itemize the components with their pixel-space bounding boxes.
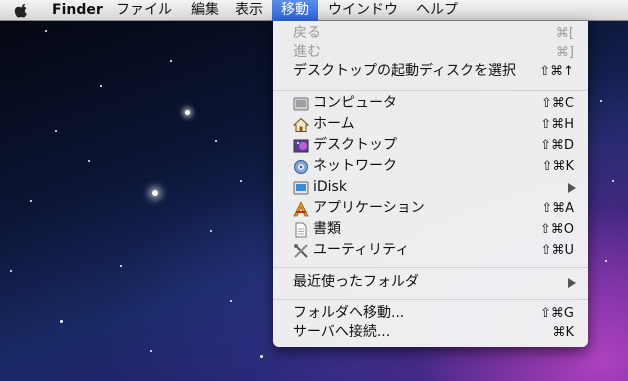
shortcut: ⌘[ [555,26,574,41]
applications-icon [293,201,309,217]
menu-item-label: デスクトップ [313,137,397,153]
network-icon [294,160,308,174]
menu-finder[interactable]: Finder [43,0,112,21]
menu-item-idisk[interactable]: iDisk [273,177,588,198]
shortcut: ⌘] [555,45,574,60]
star [10,270,12,272]
menu-item-computer[interactable]: コンピュータ ⇧⌘C [273,93,588,114]
go-menu-dropdown: 戻る ⌘[ 進む ⌘] デスクトップの起動ディスクを選択 ⇧⌘↑ コンピュータ … [273,21,588,347]
menu-item-label: iDisk [313,179,347,195]
menu-view[interactable]: 表示 [226,0,272,21]
star [215,140,217,142]
shortcut: ⇧⌘↑ [539,64,574,79]
star [230,300,232,302]
shortcut: ⇧⌘D [540,138,574,153]
shortcut: ⇧⌘O [539,222,574,237]
menu-go[interactable]: 移動 [272,0,318,21]
menu-item-label: 進む [293,44,321,60]
shortcut: ⇧⌘C [541,96,574,111]
shortcut: ⇧⌘H [540,117,574,132]
menu-item-back[interactable]: 戻る ⌘[ [273,23,588,44]
utilities-icon [294,244,308,258]
shortcut: ⇧⌘G [540,306,574,321]
submenu-arrow-icon [568,183,576,193]
menu-help[interactable]: ヘルプ [407,0,467,21]
menu-item-startup-disk[interactable]: デスクトップの起動ディスクを選択 ⇧⌘↑ [273,61,588,82]
star [45,30,47,32]
menu-window[interactable]: ウインドウ [319,0,407,21]
menu-item-label: 戻る [293,25,321,41]
star [600,100,602,102]
star [605,260,607,262]
menu-item-applications[interactable]: アプリケーション ⇧⌘A [273,198,588,219]
star [88,160,90,162]
star [210,230,212,232]
star [185,110,190,115]
menu-item-home[interactable]: ホーム ⇧⌘H [273,114,588,135]
apple-menu-icon[interactable] [12,2,32,19]
menu-item-label: フォルダへ移動... [293,305,405,321]
computer-icon [293,97,309,111]
menu-item-network[interactable]: ネットワーク ⇧⌘K [273,156,588,177]
shortcut: ⇧⌘K [541,159,574,174]
star [120,265,122,267]
menu-item-go-to-folder[interactable]: フォルダへ移動... ⇧⌘G [273,303,588,324]
star [30,200,32,202]
star [100,85,102,87]
menu-item-recent-folders[interactable]: 最近使ったフォルダ [273,272,588,293]
menu-item-label: 最近使ったフォルダ [293,274,419,290]
menu-item-label: 書類 [313,221,341,237]
menu-item-label: ユーティリティ [313,242,410,258]
menu-item-forward[interactable]: 進む ⌘] [273,42,588,63]
star [150,350,152,352]
home-icon [293,117,309,132]
star [260,355,263,358]
menu-item-label: ホーム [313,116,355,132]
star [612,180,614,182]
menu-item-label: デスクトップの起動ディスクを選択 [293,63,517,79]
shortcut: ⇧⌘U [540,243,574,258]
star [170,60,172,62]
menu-item-connect-server[interactable]: サーバへ接続... ⌘K [273,322,588,343]
menu-separator [273,90,588,91]
menu-bar: Finder ファイル 編集 表示 移動 ウインドウ ヘルプ [0,0,628,21]
menu-file[interactable]: ファイル [107,0,181,21]
idisk-icon [293,181,309,195]
menu-item-label: コンピュータ [313,95,397,111]
submenu-arrow-icon [568,278,576,288]
menu-item-label: ネットワーク [313,158,397,174]
documents-icon [295,222,307,238]
desktop-icon [293,139,309,153]
menu-separator [273,267,588,268]
menu-item-desktop[interactable]: デスクトップ ⇧⌘D [273,135,588,156]
star [240,180,242,182]
menu-edit[interactable]: 編集 [182,0,228,21]
shortcut: ⇧⌘A [541,201,574,216]
shortcut: ⌘K [552,325,574,340]
star [60,320,63,323]
menu-item-label: サーバへ接続... [293,324,391,340]
menu-separator [273,299,588,300]
star [55,130,57,132]
menu-item-documents[interactable]: 書類 ⇧⌘O [273,219,588,240]
star [152,190,158,196]
menu-item-label: アプリケーション [313,200,425,216]
menu-item-utilities[interactable]: ユーティリティ ⇧⌘U [273,240,588,261]
